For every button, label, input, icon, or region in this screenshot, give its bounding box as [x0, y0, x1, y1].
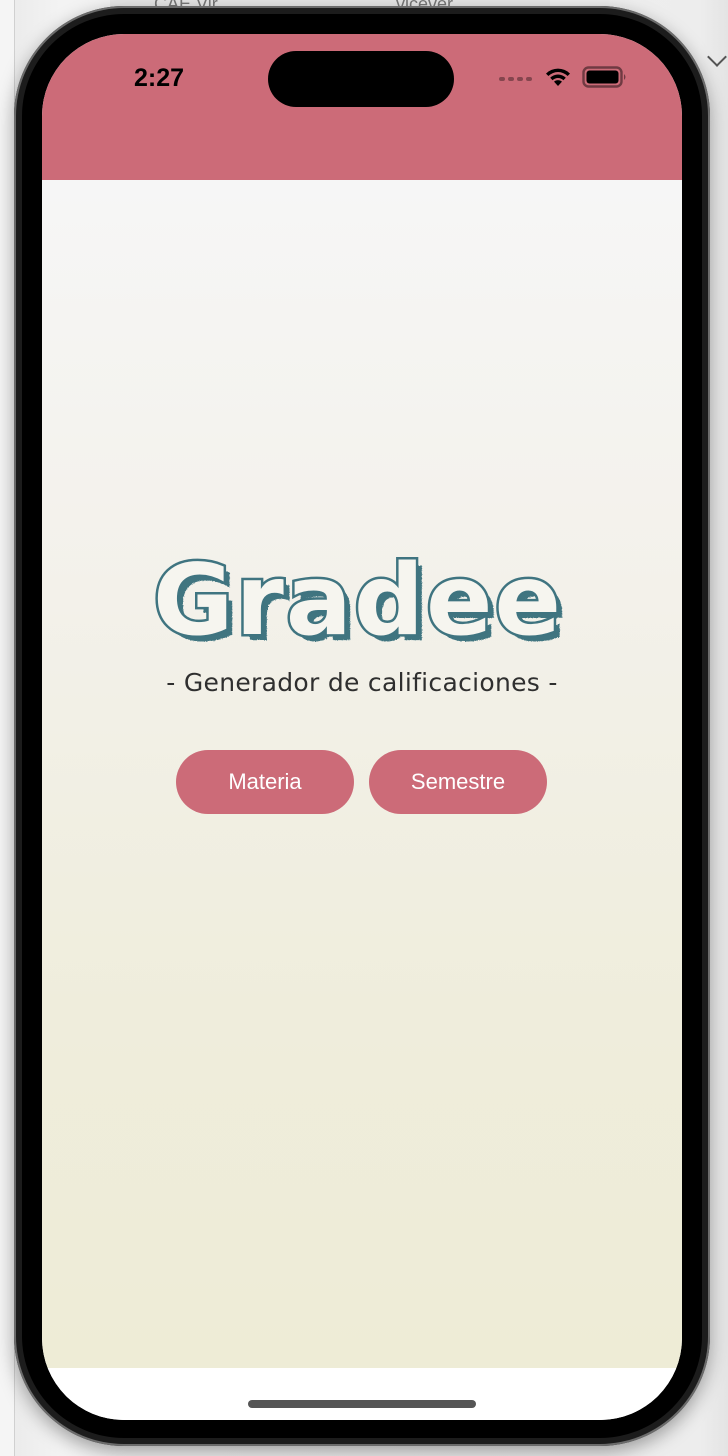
- phone-screen: 2:27 Gradee Gradee - Generador de califi…: [42, 34, 682, 1420]
- gradee-logo-art: Gradee Gradee: [151, 542, 567, 665]
- app-logo: Gradee Gradee: [42, 542, 682, 665]
- iphone-frame: 2:27 Gradee Gradee - Generador de califi…: [14, 6, 710, 1446]
- materia-button[interactable]: Materia: [176, 750, 354, 814]
- dynamic-island: [268, 51, 454, 107]
- home-indicator[interactable]: [248, 1400, 476, 1408]
- semestre-button[interactable]: Semestre: [369, 750, 547, 814]
- cellular-signal-icon: [499, 77, 532, 81]
- status-time: 2:27: [134, 64, 185, 92]
- app-subtitle: - Generador de calificaciones -: [166, 668, 558, 697]
- background-window-sidebar: [0, 0, 15, 1456]
- wifi-icon: [544, 67, 572, 91]
- battery-icon: [582, 66, 628, 92]
- logo-text: Gradee: [153, 550, 563, 654]
- app-content: Gradee Gradee - Generador de calificacio…: [42, 180, 682, 1368]
- status-icons: [499, 66, 628, 92]
- bottom-safe-area: [42, 1368, 682, 1420]
